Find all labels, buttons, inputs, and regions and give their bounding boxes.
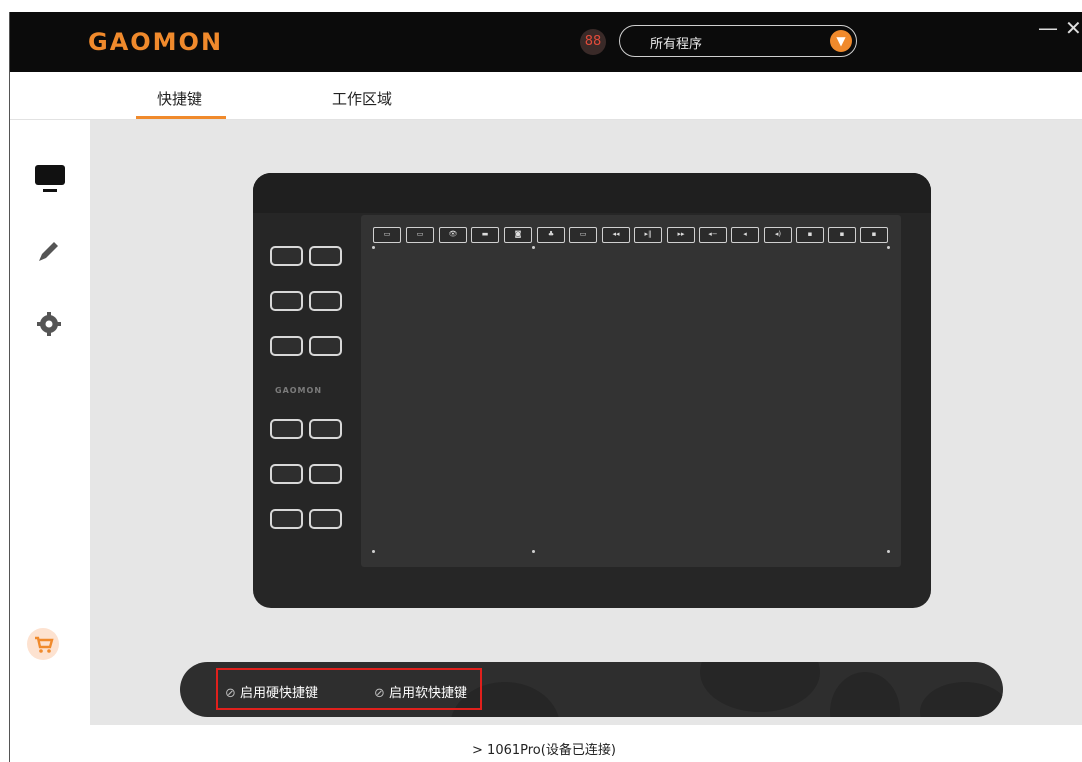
soft-key-15[interactable]: ▪ — [828, 227, 856, 243]
express-key-3[interactable] — [270, 291, 303, 311]
area-marker — [532, 246, 535, 249]
soft-key-7[interactable]: ▭ — [569, 227, 597, 243]
tablet-top-bevel — [253, 173, 931, 213]
device-status[interactable]: > 1061Pro(设备已连接) — [472, 739, 616, 758]
express-key-1[interactable] — [270, 246, 303, 266]
soft-key-9[interactable]: ▸‖ — [634, 227, 662, 243]
hardware-shortcut-toggle[interactable]: ⊘ 启用硬快捷键 — [225, 682, 318, 701]
area-marker — [532, 550, 535, 553]
check-circle-icon: ⊘ — [225, 686, 236, 701]
shop-button[interactable] — [27, 628, 59, 660]
area-marker — [887, 550, 890, 553]
brand-logo: GAOMON — [88, 28, 224, 56]
hardware-shortcut-label: 启用硬快捷键 — [240, 686, 319, 701]
cart-icon — [35, 636, 54, 653]
soft-key-3[interactable]: 👁 — [439, 227, 467, 243]
soft-key-11[interactable]: ◂− — [699, 227, 727, 243]
express-key-4[interactable] — [309, 291, 342, 311]
active-tab-indicator — [136, 116, 226, 119]
area-marker — [372, 246, 375, 249]
express-key-7[interactable] — [270, 419, 303, 439]
close-button[interactable]: ✕ — [1065, 18, 1082, 38]
chevron-right-icon: > — [472, 743, 483, 758]
soft-key-6[interactable]: ♣ — [537, 227, 565, 243]
express-key-9[interactable] — [270, 464, 303, 484]
pen-icon[interactable] — [36, 238, 62, 264]
express-key-10[interactable] — [309, 464, 342, 484]
title-bar: GAOMON 88 所有程序 ▼ — ✕ — [10, 12, 1082, 72]
soft-key-12[interactable]: ◂ — [731, 227, 759, 243]
soft-key-10[interactable]: ▸▸ — [667, 227, 695, 243]
soft-key-14[interactable]: ▪ — [796, 227, 824, 243]
express-key-8[interactable] — [309, 419, 342, 439]
status-bar: > 1061Pro(设备已连接) — [90, 726, 1082, 762]
area-marker — [887, 246, 890, 249]
express-key-11[interactable] — [270, 509, 303, 529]
program-icon[interactable]: 88 — [580, 29, 606, 55]
express-key-2[interactable] — [309, 246, 342, 266]
soft-key-5[interactable]: ◙ — [504, 227, 532, 243]
software-shortcut-label: 启用软快捷键 — [389, 686, 468, 701]
tablet-logo: GAOMON — [275, 386, 323, 395]
app-window: GAOMON 88 所有程序 ▼ — ✕ 快捷键 工作区域 GAOMON ▭ ▭… — [0, 0, 1082, 762]
sidebar — [10, 120, 90, 762]
soft-key-4[interactable]: ▬ — [471, 227, 499, 243]
device-status-text: 1061Pro(设备已连接) — [487, 743, 616, 758]
chevron-down-icon: ▼ — [830, 30, 852, 52]
decorative-shape — [920, 682, 1003, 717]
soft-key-8[interactable]: ◂◂ — [602, 227, 630, 243]
soft-key-13[interactable]: ◂) — [764, 227, 792, 243]
tablet-active-area — [361, 215, 901, 567]
tab-bar: 快捷键 工作区域 — [10, 72, 1082, 120]
soft-key-2[interactable]: ▭ — [406, 227, 434, 243]
soft-key-16[interactable]: ▪ — [860, 227, 888, 243]
program-selector[interactable]: 所有程序 ▼ — [619, 25, 857, 57]
program-selector-value: 所有程序 — [650, 37, 703, 52]
monitor-icon[interactable] — [34, 164, 66, 194]
tab-shortcuts[interactable]: 快捷键 — [157, 88, 202, 109]
express-key-12[interactable] — [309, 509, 342, 529]
software-shortcut-toggle[interactable]: ⊘ 启用软快捷键 — [374, 682, 467, 701]
decorative-shape — [830, 672, 900, 717]
check-circle-icon: ⊘ — [374, 686, 385, 701]
soft-key-1[interactable]: ▭ — [373, 227, 401, 243]
gear-icon[interactable] — [37, 312, 61, 336]
minimize-button[interactable]: — — [1038, 18, 1058, 38]
decorative-shape — [700, 662, 820, 712]
express-key-5[interactable] — [270, 336, 303, 356]
tab-work-area[interactable]: 工作区域 — [332, 88, 392, 109]
express-key-6[interactable] — [309, 336, 342, 356]
area-marker — [372, 550, 375, 553]
